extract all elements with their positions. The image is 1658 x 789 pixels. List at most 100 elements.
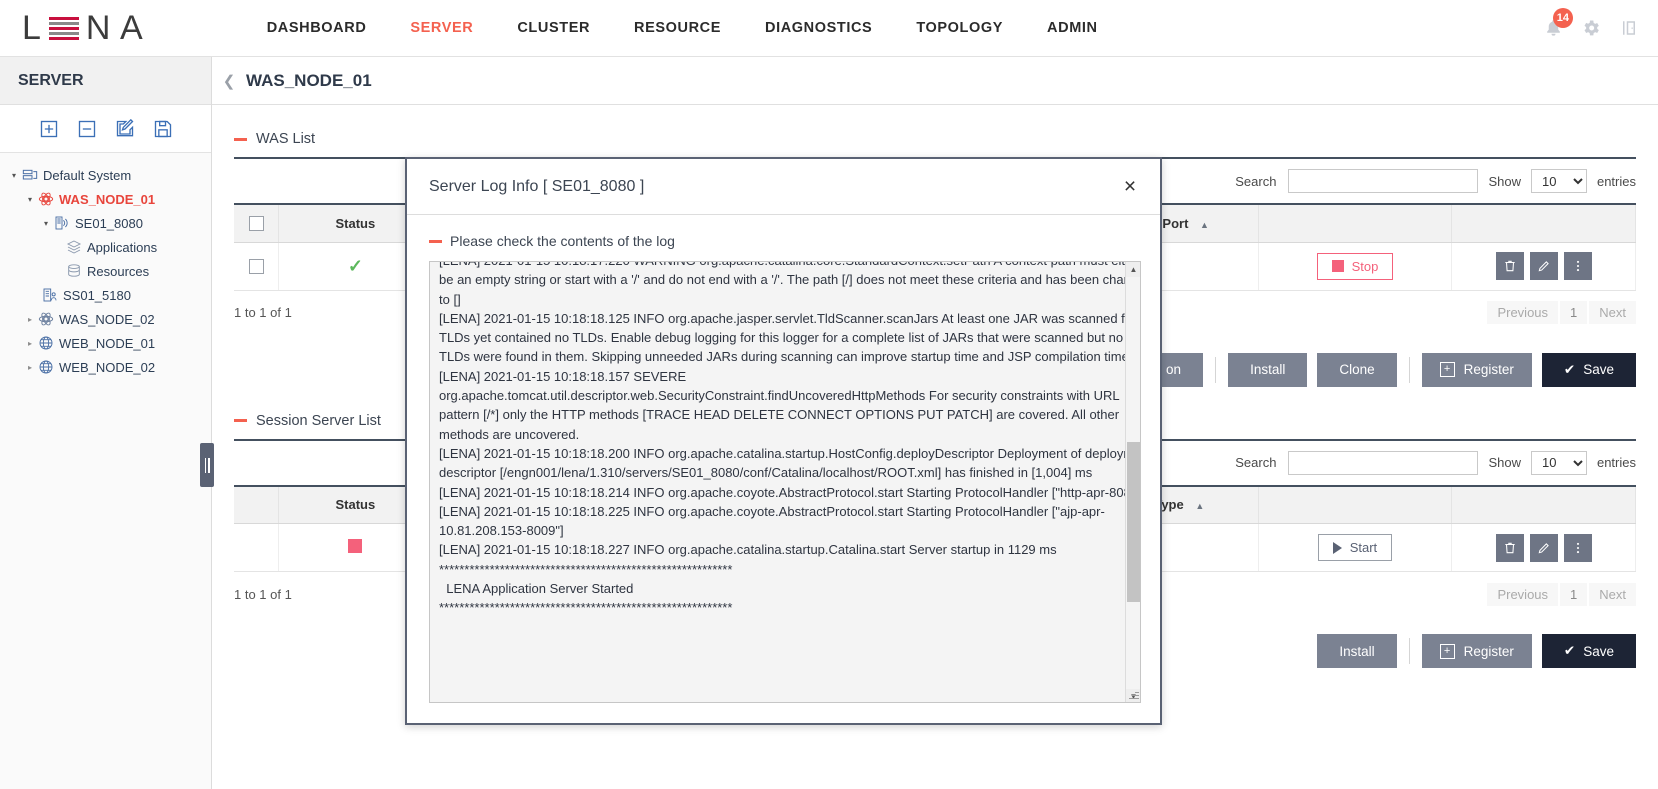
sidebar-collapse-handle[interactable] bbox=[200, 443, 214, 487]
chevron-down-icon[interactable]: ▾ bbox=[24, 195, 36, 204]
chevron-down-icon[interactable]: ▾ bbox=[8, 171, 20, 180]
tree-item-se01-8080[interactable]: ▾ SE01_8080 bbox=[8, 211, 211, 235]
install-button[interactable]: Install bbox=[1317, 634, 1397, 668]
collapse-dash-icon[interactable] bbox=[234, 137, 247, 141]
logout-icon[interactable] bbox=[1618, 16, 1640, 40]
bell-icon[interactable]: 14 bbox=[1542, 8, 1573, 40]
delete-icon[interactable] bbox=[1495, 533, 1524, 562]
gear-icon[interactable] bbox=[1580, 16, 1602, 40]
nav-item-admin[interactable]: ADMIN bbox=[1025, 0, 1120, 57]
tree-item-label: Default System bbox=[43, 167, 132, 183]
sidebar-toolbar bbox=[0, 105, 211, 153]
sidebar-title: SERVER bbox=[0, 57, 211, 105]
stop-button-label: Stop bbox=[1351, 258, 1379, 274]
back-chevron-icon[interactable]: ❮ bbox=[212, 72, 246, 90]
tree-item-was-node-01[interactable]: ▾ WAS_NODE_01 bbox=[8, 187, 211, 211]
clone-button[interactable]: Clone bbox=[1317, 352, 1397, 387]
tree-item-label: WEB_NODE_02 bbox=[59, 359, 156, 375]
breadcrumb: ❮ WAS_NODE_01 bbox=[212, 57, 1658, 105]
was-list-heading: WAS List bbox=[234, 131, 1636, 147]
tree-item-label: Resources bbox=[87, 263, 150, 279]
server-tree: ▾ Default System ▾ WAS_NODE_01 ▾ SE01_80… bbox=[0, 153, 211, 379]
collapse-dash-icon[interactable] bbox=[429, 239, 442, 243]
entries-per-page-select[interactable]: 10 bbox=[1530, 169, 1587, 193]
tree-item-web-node-01[interactable]: ▸ WEB_NODE_01 bbox=[8, 331, 211, 355]
nav-item-dashboard[interactable]: DASHBOARD bbox=[245, 0, 389, 57]
tree-item-applications[interactable]: Applications bbox=[8, 235, 211, 259]
more-options-icon[interactable] bbox=[1563, 252, 1592, 280]
start-button-label: Start bbox=[1349, 540, 1378, 555]
tree-item-default-system[interactable]: ▾ Default System bbox=[8, 163, 211, 187]
divider bbox=[1408, 638, 1410, 664]
resize-grip-icon[interactable] bbox=[1127, 689, 1139, 701]
save-button[interactable]: ✔ Save bbox=[1541, 352, 1636, 387]
log-scrollbar[interactable]: ▲ ▼ bbox=[1125, 262, 1140, 702]
search-input[interactable] bbox=[1288, 169, 1479, 193]
lena-logo[interactable]: L N A bbox=[22, 9, 144, 48]
pagination-next[interactable]: Next bbox=[1589, 582, 1636, 606]
modal-header: Server Log Info [ SE01_8080 ] × bbox=[407, 159, 1160, 215]
install-button[interactable]: Install bbox=[1228, 352, 1308, 387]
top-header-bar: L N A DASHBOARD SERVER CLUSTER RESOURCE … bbox=[0, 0, 1658, 57]
web-node-icon bbox=[36, 335, 56, 351]
check-icon: ✔ bbox=[1563, 643, 1576, 658]
chevron-right-icon[interactable]: ▸ bbox=[24, 315, 36, 324]
nav-item-diagnostics[interactable]: DIAGNOSTICS bbox=[743, 0, 894, 57]
row-checkbox[interactable] bbox=[248, 259, 264, 275]
remove-node-button[interactable] bbox=[77, 119, 97, 139]
collapse-dash-icon[interactable] bbox=[234, 419, 247, 422]
log-content-box[interactable]: [LENA] 2021-01-15 10:18:17.220 WARNING o… bbox=[429, 261, 1141, 703]
status-ok-icon: ✓ bbox=[347, 255, 363, 276]
left-sidebar: SERVER ▾ Default System ▾ WAS_NODE_01 ▾ … bbox=[0, 57, 212, 789]
stop-button[interactable]: Stop bbox=[1316, 252, 1394, 280]
tree-item-web-node-02[interactable]: ▸ WEB_NODE_02 bbox=[8, 355, 211, 379]
scrollbar-thumb[interactable] bbox=[1127, 442, 1140, 602]
save-tree-button[interactable] bbox=[153, 119, 173, 139]
resources-icon bbox=[64, 263, 84, 279]
register-button[interactable]: + Register bbox=[1421, 634, 1532, 668]
logo-letter-l: L bbox=[22, 8, 42, 47]
nav-item-topology[interactable]: TOPOLOGY bbox=[894, 0, 1025, 57]
show-label: Show bbox=[1488, 455, 1521, 470]
pagination-previous[interactable]: Previous bbox=[1487, 301, 1559, 324]
register-button[interactable]: + Register bbox=[1421, 352, 1532, 387]
more-options-icon[interactable] bbox=[1563, 533, 1592, 562]
pagination: Previous 1 Next bbox=[1487, 301, 1636, 324]
row-icon-buttons bbox=[1495, 533, 1592, 562]
table-info: 1 to 1 of 1 bbox=[234, 305, 292, 320]
nav-item-cluster[interactable]: CLUSTER bbox=[495, 0, 612, 57]
chevron-down-icon[interactable]: ▾ bbox=[40, 219, 52, 228]
add-node-button[interactable] bbox=[39, 119, 59, 139]
close-icon[interactable]: × bbox=[1116, 173, 1144, 201]
table-info: 1 to 1 of 1 bbox=[234, 586, 292, 602]
nav-item-resource[interactable]: RESOURCE bbox=[612, 0, 743, 57]
entries-per-page-select[interactable]: 10 bbox=[1530, 450, 1587, 475]
logo-letter-na: N A bbox=[85, 8, 144, 47]
edit-icon[interactable] bbox=[1529, 252, 1558, 280]
chevron-right-icon[interactable]: ▸ bbox=[24, 363, 36, 372]
tree-item-ss01-5180[interactable]: SS01_5180 bbox=[8, 283, 211, 307]
scroll-up-icon[interactable]: ▲ bbox=[1126, 262, 1140, 277]
nav-item-server[interactable]: SERVER bbox=[388, 0, 495, 57]
save-button[interactable]: ✔ Save bbox=[1541, 634, 1636, 668]
tree-item-was-node-02[interactable]: ▸ WAS_NODE_02 bbox=[8, 307, 211, 331]
chevron-right-icon[interactable]: ▸ bbox=[24, 339, 36, 348]
pagination-page-1[interactable]: 1 bbox=[1560, 582, 1588, 606]
pagination-page-1[interactable]: 1 bbox=[1560, 301, 1588, 324]
select-all-checkbox[interactable] bbox=[248, 216, 264, 232]
play-triangle-icon bbox=[1332, 541, 1342, 554]
section-title: WAS List bbox=[256, 131, 316, 147]
edit-icon[interactable] bbox=[1529, 533, 1558, 562]
start-button[interactable]: Start bbox=[1317, 534, 1393, 561]
sort-ascending-icon[interactable]: ▲ bbox=[1200, 220, 1209, 230]
search-input[interactable] bbox=[1288, 450, 1479, 475]
application-window: L N A DASHBOARD SERVER CLUSTER RESOURCE … bbox=[0, 0, 1658, 789]
tree-item-label: WAS_NODE_01 bbox=[59, 191, 156, 207]
edit-node-button[interactable] bbox=[115, 118, 135, 139]
register-button-label: Register bbox=[1463, 362, 1514, 377]
pagination-previous[interactable]: Previous bbox=[1487, 582, 1559, 606]
tree-item-resources[interactable]: Resources bbox=[8, 259, 211, 283]
delete-icon[interactable] bbox=[1495, 252, 1524, 280]
pagination-next[interactable]: Next bbox=[1589, 301, 1636, 324]
sort-ascending-icon[interactable]: ▲ bbox=[1195, 501, 1204, 511]
